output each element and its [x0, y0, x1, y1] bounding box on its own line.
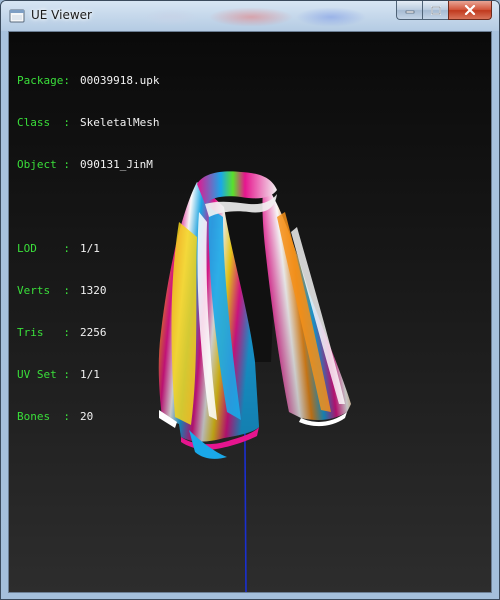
info-verts-value: 1320 — [80, 284, 107, 297]
minimize-icon — [405, 10, 414, 14]
info-package-row: Package: 00039918.upk — [17, 74, 159, 88]
minimize-button[interactable] — [396, 1, 422, 20]
info-uvset-row: UV Set : 1/1 — [17, 368, 159, 382]
info-uvset-value: 1/1 — [80, 368, 100, 381]
info-uvset-label: UV Set : — [17, 368, 70, 381]
maximize-icon — [430, 5, 441, 15]
close-icon — [464, 5, 476, 15]
info-class-value: SkeletalMesh — [80, 116, 160, 129]
window-title: UE Viewer — [31, 8, 92, 22]
info-lod-value: 1/1 — [80, 242, 100, 255]
info-tris-row: Tris : 2256 — [17, 326, 159, 340]
info-lod-label: LOD : — [17, 242, 70, 255]
3d-viewport[interactable]: Package: 00039918.upk Class : SkeletalMesh… — [8, 31, 492, 593]
mesh-info-overlay: Package: 00039918.upk Class : SkeletalMesh… — [17, 46, 159, 452]
ue-viewer-app-icon[interactable] — [9, 8, 25, 24]
info-class-row: Class : SkeletalMesh — [17, 116, 159, 130]
info-lod-row: LOD : 1/1 — [17, 242, 159, 256]
info-object-row: Object : 090131_JinM — [17, 158, 159, 172]
maximize-button[interactable] — [422, 1, 448, 20]
info-tris-value: 2256 — [80, 326, 107, 339]
info-tris-label: Tris : — [17, 326, 70, 339]
info-verts-label: Verts : — [17, 284, 70, 297]
info-verts-row: Verts : 1320 — [17, 284, 159, 298]
title-bar[interactable]: UE Viewer — [1, 1, 499, 31]
info-bones-label: Bones : — [17, 410, 70, 423]
info-bones-row: Bones : 20 — [17, 410, 159, 424]
info-object-value: 090131_JinM — [80, 158, 153, 171]
info-object-label: Object : — [17, 158, 70, 171]
info-class-label: Class : — [17, 116, 70, 129]
info-bones-value: 20 — [80, 410, 94, 423]
close-button[interactable] — [448, 1, 492, 20]
info-package-label: Package: — [17, 74, 70, 87]
ue-viewer-window: UE Viewer Package: 00039918.upk Class: … — [0, 0, 500, 600]
info-package-value: 00039918.upk — [80, 74, 160, 87]
caption-buttons — [396, 1, 492, 21]
